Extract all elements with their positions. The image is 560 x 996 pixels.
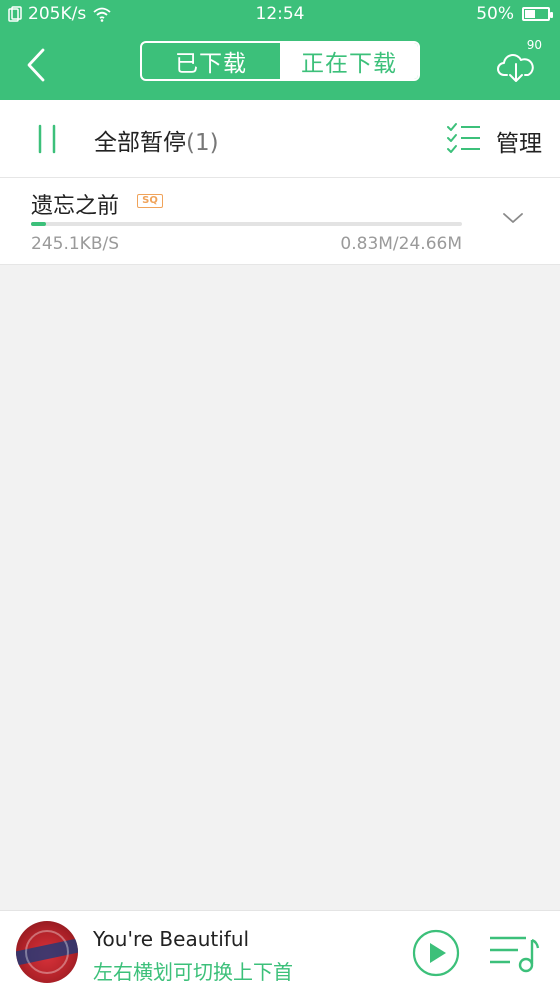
tab-downloading[interactable]: 正在下载 <box>280 43 418 79</box>
cloud-download-icon <box>497 54 534 82</box>
download-progress-bar <box>31 222 462 226</box>
download-tabs: 已下载 正在下载 <box>140 41 420 81</box>
pause-all-count: (1) <box>186 130 219 156</box>
back-icon[interactable] <box>18 44 58 84</box>
mini-player[interactable]: You're Beautiful 左右横划可切换上下首 <box>0 910 560 996</box>
playlist-icon[interactable] <box>488 932 540 974</box>
download-item[interactable]: 遗忘之前 SQ 245.1KB/S 0.83M/24.66M <box>0 178 560 265</box>
status-bar: 205K/s 12:54 50% <box>0 0 560 30</box>
download-count-badge: 90 <box>526 38 542 52</box>
chevron-down-icon[interactable] <box>502 210 524 226</box>
pause-all-button[interactable]: 全部暂停(1) <box>94 123 219 157</box>
download-speed: 245.1KB/S <box>31 234 119 254</box>
cloud-download-button[interactable]: 90 <box>496 38 542 82</box>
nav-row: 已下载 正在下载 90 <box>0 38 560 88</box>
play-icon[interactable] <box>411 928 461 978</box>
swipe-hint: 左右横划可切换上下首 <box>93 960 293 984</box>
download-size: 0.83M/24.66M <box>340 234 462 254</box>
battery-icon <box>522 7 553 21</box>
song-title: You're Beautiful <box>93 927 250 951</box>
battery-percent: 50% <box>476 4 514 24</box>
download-title: 遗忘之前 <box>31 194 120 219</box>
download-toolbar: 全部暂停(1) 管理 <box>0 100 560 178</box>
checklist-icon[interactable] <box>446 122 482 156</box>
header: 205K/s 12:54 50% 已下载 正在下载 90 <box>0 0 560 100</box>
album-art[interactable] <box>16 921 78 983</box>
download-progress-fill <box>31 222 46 226</box>
manage-button[interactable]: 管理 <box>496 124 542 158</box>
pause-all-text: 全部暂停 <box>94 130 186 156</box>
pause-icon[interactable] <box>36 124 58 154</box>
quality-badge: SQ <box>137 194 163 208</box>
tab-downloaded[interactable]: 已下载 <box>142 43 280 79</box>
